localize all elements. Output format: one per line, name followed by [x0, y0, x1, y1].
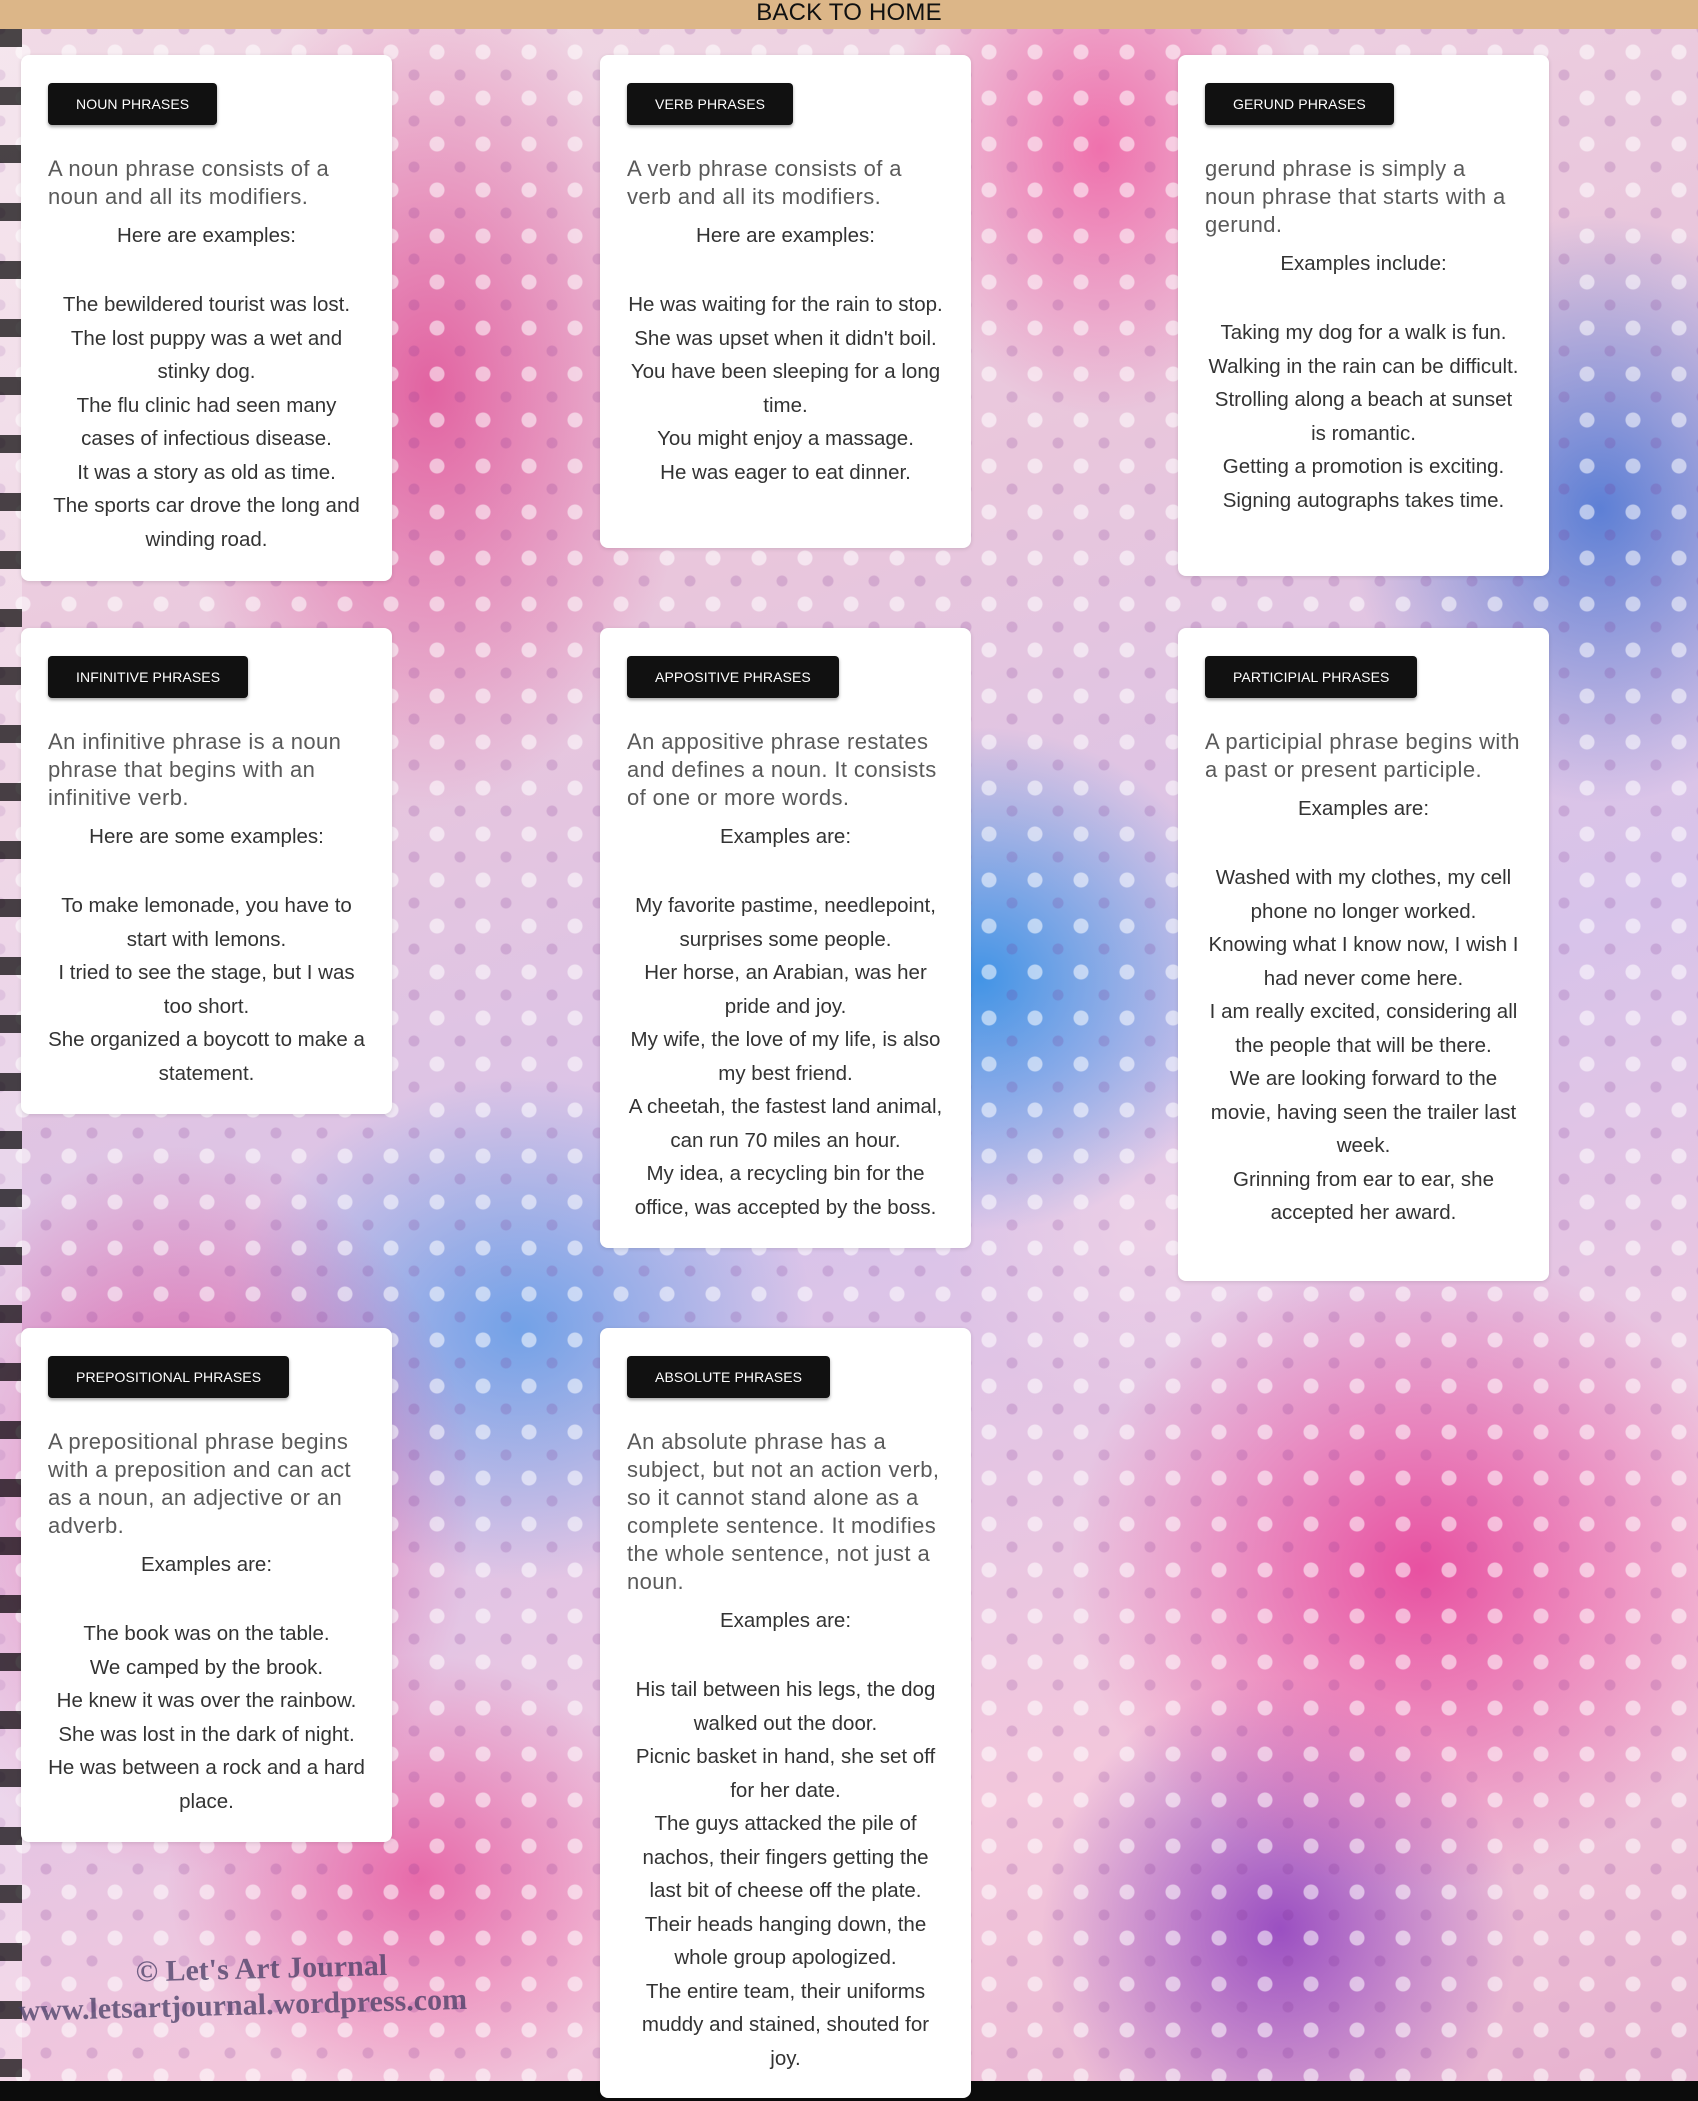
- example-item: Washed with my clothes, my cell phone no…: [1215, 866, 1512, 923]
- card-lead: Examples include:: [1280, 252, 1447, 275]
- noun-phrases-tag-button[interactable]: NOUN PHRASES: [48, 83, 218, 125]
- back-to-home-link[interactable]: BACK TO HOME: [0, 0, 1698, 29]
- example-item: Her horse, an Arabian, was her pride and…: [644, 961, 927, 1018]
- card-lead: Examples are:: [140, 1553, 273, 1576]
- prepositional-phrases-tag-button[interactable]: PREPOSITIONAL PHRASES: [48, 1356, 290, 1398]
- example-item: You have been sleeping for a long time.: [630, 360, 941, 417]
- absolute-phrases-tag-button[interactable]: ABSOLUTE PHRASES: [627, 1356, 831, 1398]
- example-item: Signing autographs takes time.: [1222, 488, 1505, 512]
- gerund-phrases-tag-button[interactable]: GERUND PHRASES: [1205, 83, 1394, 125]
- example-item: He was waiting for the rain to stop.: [628, 293, 943, 316]
- verb-phrases-tag-button[interactable]: VERB PHRASES: [627, 83, 794, 125]
- card-lead: Here are some examples:: [89, 825, 324, 848]
- example-list: Taking my dog for a walk is fun. Walking…: [1205, 316, 1522, 517]
- example-item: My favorite pastime, needlepoint, surpri…: [635, 894, 936, 951]
- card-intro: An infinitive phrase is a noun phrase th…: [48, 729, 342, 810]
- example-list: The bewildered tourist was lost. The los…: [48, 288, 365, 556]
- example-item: His tail between his legs, the dog walke…: [635, 1678, 936, 1735]
- example-item: Knowing what I know now, I wish I had ne…: [1208, 933, 1519, 990]
- example-item: I tried to see the stage, but I was too …: [58, 961, 355, 1018]
- card-intro: A verb phrase consists of a verb and all…: [627, 156, 902, 209]
- example-item: She organized a boycott to make a statem…: [48, 1028, 365, 1085]
- card-appositive-phrases: APPOSITIVE PHRASES An appositive phrase …: [600, 628, 971, 1248]
- card-lead: Examples are:: [719, 1609, 852, 1632]
- example-item: The entire team, their uniforms muddy an…: [641, 1979, 930, 2070]
- card-intro: gerund phrase is simply a noun phrase th…: [1205, 156, 1506, 237]
- example-item: You might enjoy a massage.: [657, 427, 914, 450]
- example-item: We are looking forward to the movie, hav…: [1210, 1067, 1517, 1157]
- example-list: To make lemonade, you have to start with…: [48, 889, 365, 1090]
- example-item: He was between a rock and a hard place.: [48, 1756, 365, 1813]
- example-item: My wife, the love of my life, is also my…: [630, 1028, 941, 1085]
- example-item: The lost puppy was a wet and stinky dog.: [70, 326, 343, 384]
- card-intro: An absolute phrase has a subject, but no…: [627, 1429, 940, 1594]
- example-item: Walking in the rain can be difficult.: [1208, 354, 1519, 378]
- participial-phrases-tag-button[interactable]: PARTICIPIAL PHRASES: [1205, 656, 1418, 698]
- example-item: The book was on the table.: [83, 1622, 330, 1645]
- example-list: His tail between his legs, the dog walke…: [627, 1673, 944, 2075]
- example-item: My idea, a recycling bin for the office,…: [634, 1162, 937, 1219]
- example-item: Grinning from ear to ear, she accepted h…: [1233, 1167, 1494, 1225]
- card-intro: A noun phrase consists of a noun and all…: [48, 156, 330, 209]
- example-list: He was waiting for the rain to stop. She…: [627, 288, 944, 489]
- example-list: My favorite pastime, needlepoint, surpri…: [627, 889, 944, 1224]
- example-item: The guys attacked the pile of nachos, th…: [642, 1812, 929, 1902]
- example-item: He knew it was over the rainbow.: [56, 1689, 357, 1712]
- card-lead: Examples are:: [1297, 797, 1430, 820]
- card-lead: Here are examples:: [696, 224, 875, 247]
- example-item: It was a story as old as time.: [77, 460, 336, 484]
- card-lead: Here are examples:: [117, 224, 296, 247]
- example-item: A cheetah, the fastest land animal, can …: [628, 1095, 943, 1152]
- example-item: The flu clinic had seen many cases of in…: [76, 393, 337, 451]
- example-item: The sports car drove the long and windin…: [53, 494, 360, 551]
- card-noun-phrases: NOUN PHRASES A noun phrase consists of a…: [21, 55, 392, 581]
- card-absolute-phrases: ABSOLUTE PHRASES An absolute phrase has …: [600, 1328, 971, 2098]
- card-verb-phrases: VERB PHRASES A verb phrase consists of a…: [600, 55, 971, 548]
- card-intro: An appositive phrase restates and define…: [627, 729, 937, 810]
- card-intro: A prepositional phrase begins with a pre…: [48, 1429, 352, 1538]
- card-intro: A participial phrase begins with a past …: [1205, 729, 1520, 782]
- appositive-phrases-tag-button[interactable]: APPOSITIVE PHRASES: [627, 656, 839, 698]
- card-gerund-phrases: GERUND PHRASES gerund phrase is simply a…: [1178, 55, 1549, 576]
- example-item: Getting a promotion is exciting.: [1222, 455, 1505, 478]
- example-item: We camped by the brook.: [89, 1655, 324, 1679]
- example-list: The book was on the table. We camped by …: [48, 1617, 365, 1818]
- example-item: Their heads hanging down, the whole grou…: [644, 1912, 927, 1970]
- example-item: He was eager to eat dinner.: [660, 460, 911, 484]
- watermark-credit: © Let's Art Journal www.letsartjournal.w…: [17, 1942, 599, 2029]
- example-item: I am really excited, considering all the…: [1209, 1000, 1518, 1057]
- card-infinitive-phrases: INFINITIVE PHRASES An infinitive phrase …: [21, 628, 392, 1114]
- card-participial-phrases: PARTICIPIAL PHRASES A participial phrase…: [1178, 628, 1549, 1281]
- example-item: The bewildered tourist was lost.: [62, 293, 351, 316]
- example-item: She was lost in the dark of night.: [58, 1722, 355, 1746]
- example-list: Washed with my clothes, my cell phone no…: [1205, 861, 1522, 1230]
- infinitive-phrases-tag-button[interactable]: INFINITIVE PHRASES: [48, 656, 249, 698]
- example-item: Strolling along a beach at sunset is rom…: [1214, 388, 1513, 445]
- example-item: To make lemonade, you have to start with…: [61, 894, 352, 951]
- card-prepositional-phrases: PREPOSITIONAL PHRASES A prepositional ph…: [21, 1328, 392, 1842]
- example-item: Picnic basket in hand, she set off for h…: [635, 1745, 936, 1802]
- card-lead: Examples are:: [719, 825, 852, 848]
- example-item: She was upset when it didn't boil.: [634, 326, 937, 350]
- example-item: Taking my dog for a walk is fun.: [1220, 321, 1507, 344]
